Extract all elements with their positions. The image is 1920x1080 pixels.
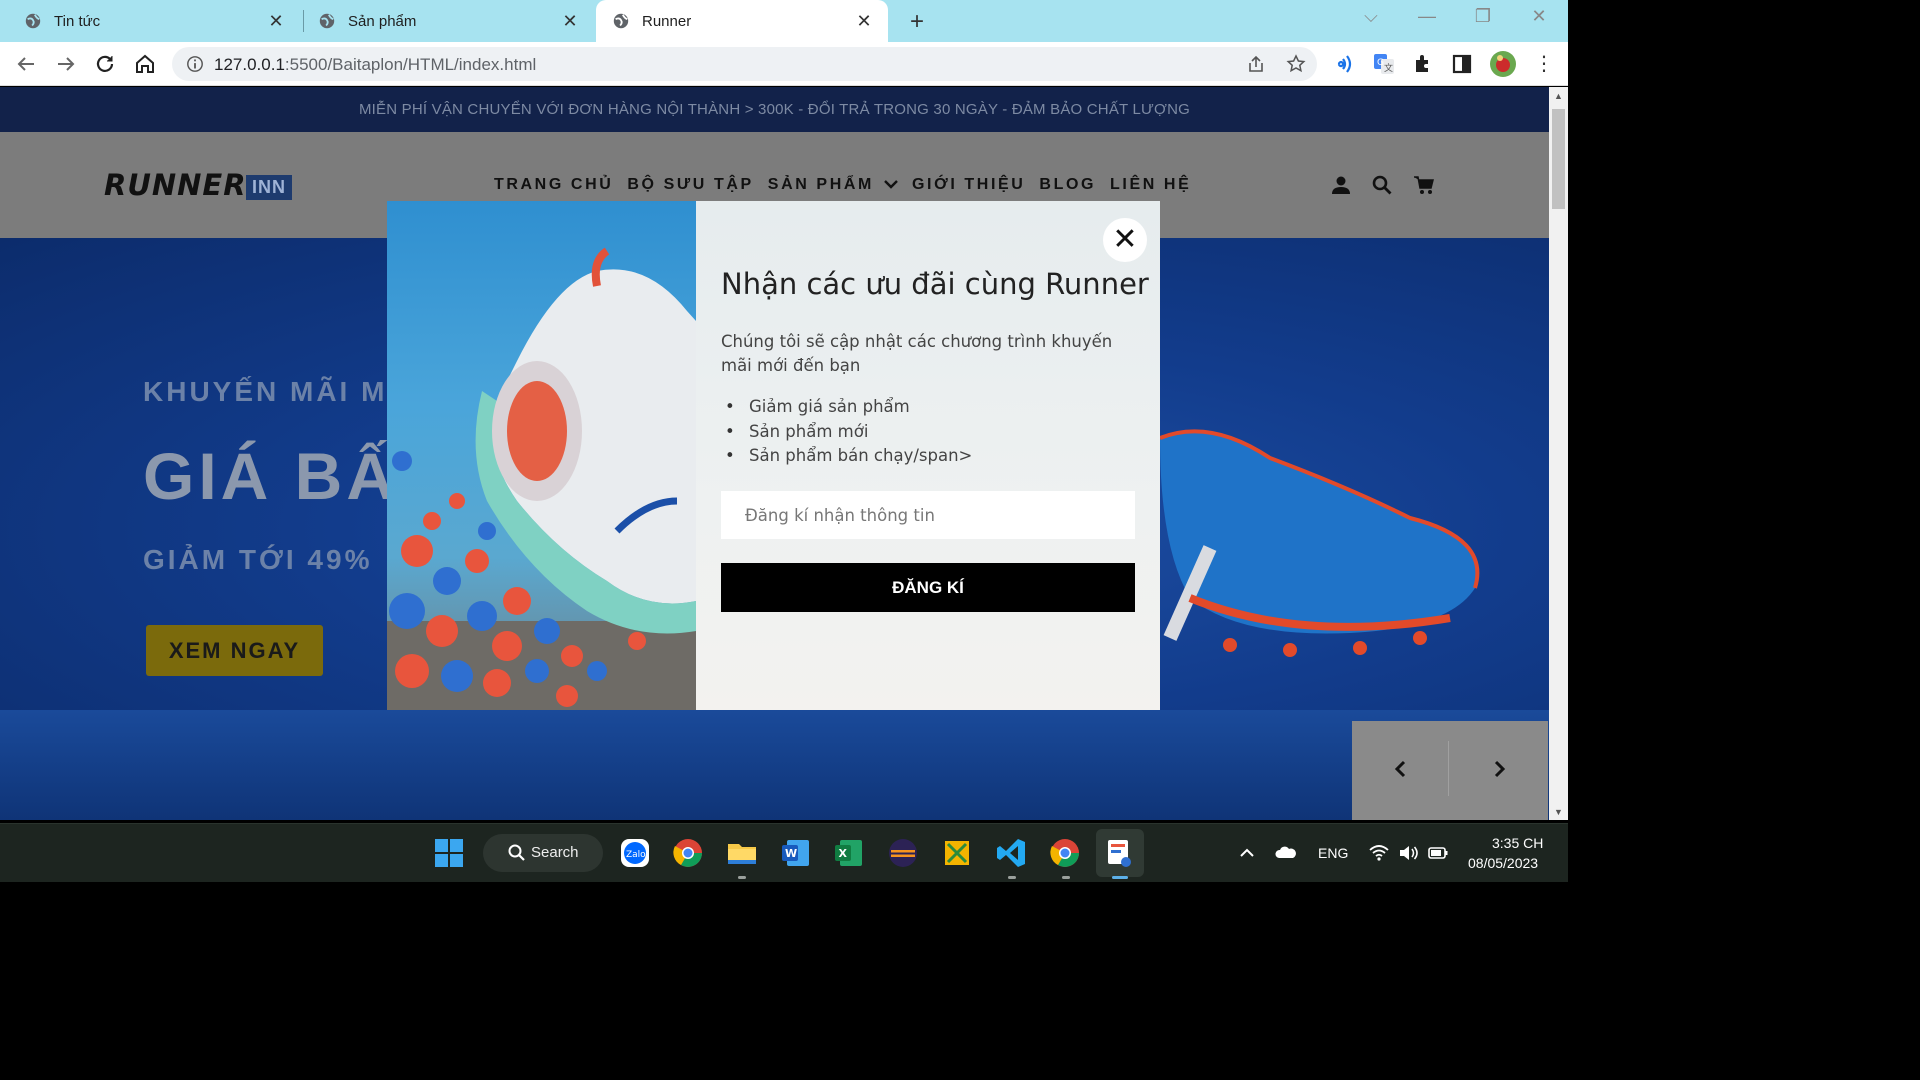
svg-text:Zalo: Zalo (626, 850, 646, 860)
browser-menu-icon[interactable]: ⋮ (1532, 52, 1556, 76)
clock-date[interactable]: 08/05/2023 (1468, 855, 1538, 871)
share-icon[interactable] (1246, 54, 1266, 74)
tab-tin-tuc[interactable]: Tin tức ✕ (0, 0, 300, 42)
svg-text:W: W (785, 847, 797, 860)
battery-icon[interactable] (1427, 842, 1449, 864)
paint-app-icon[interactable] (1102, 836, 1136, 870)
svg-text:文: 文 (1384, 62, 1393, 74)
newsletter-modal: ✕ Nhận các ưu đãi cùng Runner Chúng tôi … (387, 201, 1160, 710)
globe-icon (613, 13, 629, 29)
close-icon[interactable]: ✕ (1103, 218, 1147, 262)
windows-start-icon[interactable] (432, 836, 466, 870)
restore-icon[interactable]: ❐ (1468, 6, 1498, 27)
tab-close-icon[interactable]: ✕ (560, 11, 580, 32)
minimize-icon[interactable]: — (1412, 6, 1442, 27)
site-info-icon[interactable] (186, 55, 204, 73)
chrome-icon[interactable] (1048, 836, 1082, 870)
back-icon[interactable] (14, 52, 38, 76)
list-item: Sản phẩm mới (721, 420, 972, 445)
taskbar-running-indicator (1062, 876, 1070, 879)
side-panel-icon[interactable] (1450, 52, 1474, 76)
home-icon[interactable] (133, 52, 157, 76)
forward-icon[interactable] (54, 52, 78, 76)
file-explorer-icon[interactable] (725, 836, 759, 870)
url-path: :5500/Baitaplon/HTML/index.html (284, 55, 537, 74)
url-text: 127.0.0.1:5500/Baitaplon/HTML/index.html (214, 55, 536, 75)
benefits-list: Giảm giá sản phẩm Sản phẩm mới Sản phẩm … (721, 395, 972, 469)
globe-icon (319, 13, 335, 29)
windows-taskbar: Search Zalo W X ENG 3:35 CH 08/05/2023 (0, 823, 1568, 882)
tab-title: Tin tức (54, 12, 101, 30)
read-aloud-icon[interactable] (1333, 52, 1357, 76)
list-item: Sản phẩm bán chạy/span> (721, 444, 972, 469)
scroll-up-icon[interactable]: ▲ (1553, 91, 1564, 101)
taskbar-running-indicator (1008, 876, 1016, 879)
vscode-icon[interactable] (994, 836, 1028, 870)
close-window-icon[interactable]: ✕ (1524, 6, 1554, 27)
modal-shoe-image (387, 201, 696, 710)
svg-text:X: X (839, 847, 848, 860)
newsletter-email-input[interactable] (721, 491, 1135, 539)
word-icon[interactable]: W (779, 836, 813, 870)
bookmark-star-icon[interactable] (1286, 54, 1306, 74)
extensions-puzzle-icon[interactable] (1411, 52, 1435, 76)
tab-close-icon[interactable]: ✕ (266, 11, 286, 32)
zalo-icon[interactable]: Zalo (618, 836, 652, 870)
taskbar-running-indicator (738, 876, 746, 879)
tab-search-chevron-icon[interactable]: ⌵ (1356, 6, 1386, 27)
tab-title: Sản phẩm (348, 12, 417, 30)
profile-avatar[interactable] (1489, 50, 1517, 78)
wifi-icon[interactable] (1368, 842, 1390, 864)
browser-tab-strip: Tin tức ✕ Sản phẩm ✕ Runner ✕ + ⌵ — ❐ ✕ (0, 0, 1568, 42)
globe-icon (25, 13, 41, 29)
address-bar[interactable]: 127.0.0.1:5500/Baitaplon/HTML/index.html (172, 47, 1317, 81)
input-language[interactable]: ENG (1318, 845, 1348, 861)
tray-overflow-chevron-icon[interactable] (1236, 842, 1258, 864)
volume-icon[interactable] (1397, 842, 1419, 864)
scrollbar-thumb[interactable] (1552, 109, 1565, 209)
snipping-tool-icon[interactable] (940, 836, 974, 870)
page-scrollbar[interactable]: ▲ ▼ (1549, 87, 1568, 820)
taskbar-search[interactable]: Search (483, 834, 603, 872)
modal-description: Chúng tôi sẽ cập nhật các chương trình k… (721, 332, 1113, 375)
search-icon (508, 844, 525, 861)
chrome-icon[interactable] (671, 836, 705, 870)
tab-close-icon[interactable]: ✕ (854, 11, 874, 32)
svg-text:G: G (1377, 58, 1384, 68)
browser-toolbar: 127.0.0.1:5500/Baitaplon/HTML/index.html… (0, 42, 1568, 86)
onedrive-cloud-icon[interactable] (1275, 842, 1297, 864)
shoe-with-balls-illustration (387, 247, 696, 710)
taskbar-active-indicator (1112, 876, 1128, 879)
modal-content: ✕ Nhận các ưu đãi cùng Runner Chúng tôi … (696, 201, 1160, 710)
web-page: MIỄN PHÍ VẬN CHUYỂN VỚI ĐƠN HÀNG NỘI THÀ… (0, 87, 1549, 820)
subscribe-button[interactable]: ĐĂNG KÍ (721, 563, 1135, 612)
clock-time[interactable]: 3:35 CH (1492, 835, 1543, 851)
new-tab-button[interactable]: + (904, 8, 930, 36)
tab-title: Runner (642, 12, 692, 30)
taskbar-search-label: Search (531, 844, 579, 861)
tab-runner[interactable]: Runner ✕ (596, 0, 888, 42)
scroll-down-icon[interactable]: ▼ (1553, 807, 1564, 817)
google-translate-icon[interactable]: G文 (1372, 52, 1396, 76)
url-host: 127.0.0.1 (214, 55, 285, 74)
excel-icon[interactable]: X (832, 836, 866, 870)
modal-title: Nhận các ưu đãi cùng Runner (721, 267, 1149, 301)
list-item: Giảm giá sản phẩm (721, 395, 972, 420)
eclipse-icon[interactable] (886, 836, 920, 870)
tab-san-pham[interactable]: Sản phẩm ✕ (294, 0, 594, 42)
reload-icon[interactable] (93, 52, 117, 76)
